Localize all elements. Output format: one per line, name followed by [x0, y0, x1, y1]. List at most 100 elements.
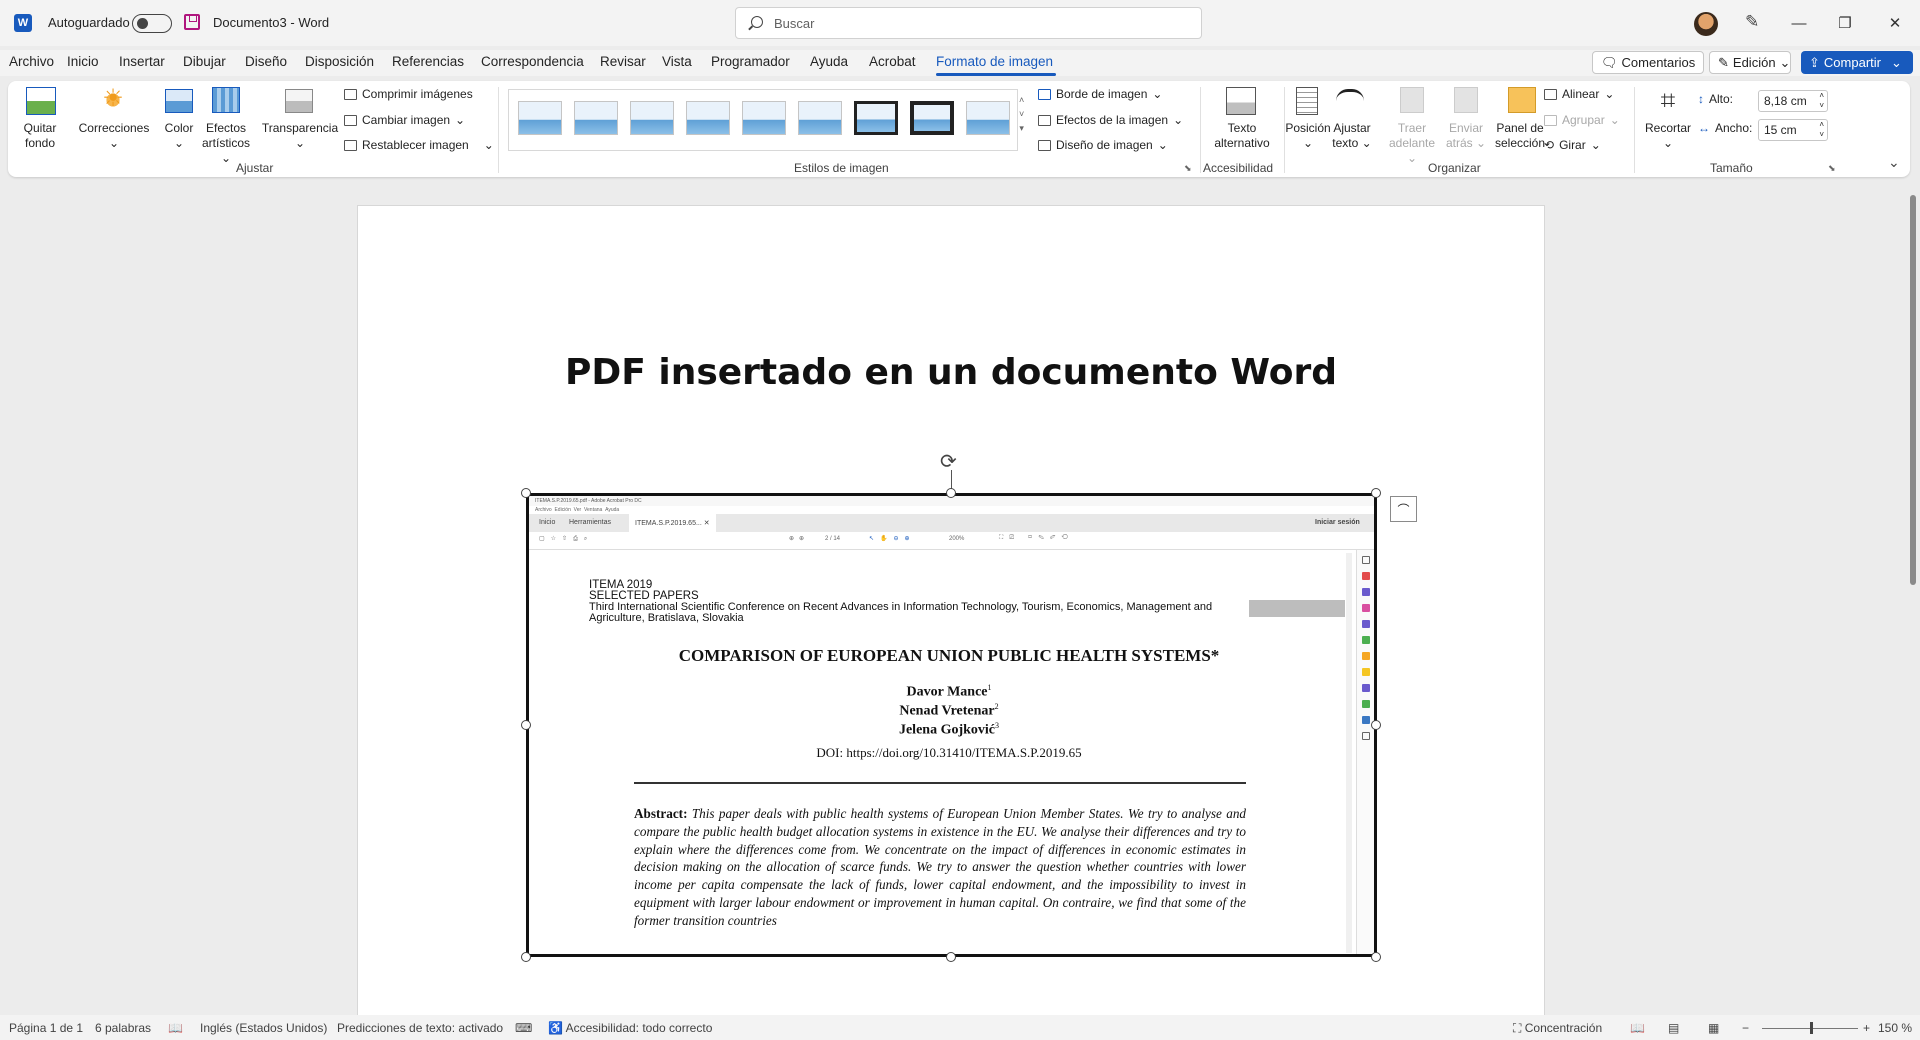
zoom-out-icon[interactable]: − — [1742, 1021, 1749, 1035]
dialog-launcher-icon[interactable]: ⬊ — [1184, 161, 1192, 176]
alt-text-button[interactable]: Texto alternativo — [1204, 121, 1280, 151]
tab-inicio[interactable]: Inicio — [67, 54, 99, 69]
resize-handle[interactable] — [521, 488, 531, 498]
tab-disposicion[interactable]: Disposición — [305, 54, 374, 69]
picture-style-7[interactable] — [854, 101, 898, 135]
zoom-in-icon[interactable]: + — [1863, 1021, 1870, 1035]
resize-handle[interactable] — [946, 952, 956, 962]
autosave-toggle[interactable] — [132, 14, 172, 33]
resize-handle[interactable] — [521, 720, 531, 730]
color-button[interactable]: Color ⌄ — [158, 121, 200, 151]
designer-pen-icon[interactable]: ✎ — [1745, 12, 1759, 32]
tab-archivo[interactable]: Archivo — [9, 54, 54, 69]
avatar[interactable] — [1694, 12, 1718, 36]
height-input[interactable]: 8,18 cm ˄ ˅ — [1758, 90, 1828, 112]
gallery-scroll-icon[interactable]: ˄ ˅ ▾ — [1019, 93, 1024, 135]
minimize-icon[interactable]: — — [1776, 10, 1822, 36]
picture-style-8[interactable] — [910, 101, 954, 135]
zoom-level[interactable]: 150 % — [1878, 1021, 1912, 1035]
restore-icon[interactable]: ❐ — [1822, 10, 1868, 36]
web-layout-icon[interactable]: ▦ — [1708, 1021, 1719, 1035]
page-count[interactable]: Página 1 de 1 — [9, 1021, 83, 1035]
tab-ayuda[interactable]: Ayuda — [810, 54, 848, 69]
resize-handle[interactable] — [1371, 720, 1381, 730]
focus-mode-button[interactable]: ⛶ Concentración — [1513, 1021, 1602, 1036]
pdf-tool-icon — [1362, 716, 1370, 724]
remove-background-icon — [26, 87, 56, 115]
rotate-handle-icon[interactable]: ⟳ — [940, 449, 957, 474]
tab-insertar[interactable]: Insertar — [119, 54, 165, 69]
collapse-ribbon-icon[interactable]: ⌄ — [1888, 155, 1900, 170]
chevron-down-icon: ⌄ — [483, 138, 494, 152]
tab-diseno[interactable]: Diseño — [245, 54, 287, 69]
pdf-tool-icon — [1362, 620, 1370, 628]
chevron-down-icon: ⌄ — [1890, 54, 1902, 70]
corrections-button[interactable]: Correcciones ⌄ — [76, 121, 152, 151]
align-button[interactable]: Alinear ⌄ — [1544, 87, 1614, 101]
tab-dibujar[interactable]: Dibujar — [183, 54, 226, 69]
tab-programador[interactable]: Programador — [711, 54, 790, 69]
comments-button[interactable]: 🗨 Comentarios — [1592, 51, 1704, 74]
size-dialog-launcher-icon[interactable]: ⬊ — [1828, 161, 1836, 176]
picture-style-5[interactable] — [742, 101, 786, 135]
tab-revisar[interactable]: Revisar — [600, 54, 646, 69]
resize-handle[interactable] — [521, 952, 531, 962]
position-button[interactable]: Posición ⌄ — [1284, 121, 1332, 151]
tab-formato-de-imagen[interactable]: Formato de imagen — [936, 54, 1053, 69]
document-heading[interactable]: PDF insertado en un documento Word — [357, 352, 1545, 393]
send-backward-button[interactable]: Enviar atrás ⌄ — [1444, 121, 1488, 151]
tab-referencias[interactable]: Referencias — [392, 54, 464, 69]
picture-border-button[interactable]: Borde de imagen ⌄ — [1038, 87, 1162, 101]
width-input[interactable]: 15 cm ˄ ˅ — [1758, 119, 1828, 141]
print-layout-icon[interactable]: ▤ — [1668, 1021, 1679, 1035]
macro-icon[interactable]: ⌨ — [515, 1021, 532, 1035]
resize-handle[interactable] — [946, 488, 956, 498]
pdf-rule — [634, 782, 1246, 784]
change-picture-button[interactable]: Cambiar imagen ⌄ — [344, 113, 465, 127]
remove-background-button[interactable]: Quitar fondo — [18, 121, 62, 151]
resize-handle[interactable] — [1371, 952, 1381, 962]
language-status[interactable]: Inglés (Estados Unidos) — [200, 1021, 327, 1035]
group-button[interactable]: Agrupar ⌄ — [1544, 113, 1620, 127]
picture-style-9[interactable] — [966, 101, 1010, 135]
scrollbar-thumb[interactable] — [1910, 195, 1916, 585]
inserted-pdf-picture[interactable]: ITEMA.S.P.2019.65.pdf - Adobe Acrobat Pr… — [526, 493, 1377, 957]
pdf-author: Nenad Vretenar2 — [899, 702, 999, 719]
picture-layout-button[interactable]: Diseño de imagen ⌄ — [1038, 138, 1168, 152]
resize-handle[interactable] — [1371, 488, 1381, 498]
layout-options-icon[interactable]: ⌒ — [1390, 496, 1417, 522]
crop-button[interactable]: Recortar ⌄ — [1638, 121, 1698, 151]
artistic-effects-button[interactable]: Efectos artísticos ⌄ — [198, 121, 254, 166]
compress-pictures-button[interactable]: Comprimir imágenes — [344, 87, 473, 101]
search-input[interactable]: Buscar — [735, 7, 1202, 39]
picture-style-2[interactable] — [574, 101, 618, 135]
tab-correspondencia[interactable]: Correspondencia — [481, 54, 584, 69]
tab-acrobat[interactable]: Acrobat — [869, 54, 916, 69]
zoom-slider-thumb[interactable] — [1810, 1022, 1813, 1034]
share-button[interactable]: ⇪ Compartir ⌄ — [1801, 51, 1913, 74]
picture-style-3[interactable] — [630, 101, 674, 135]
editing-mode-button[interactable]: ✎ Edición ⌄ — [1709, 51, 1791, 74]
proofing-icon[interactable]: 📖 — [168, 1021, 183, 1035]
pdf-tab-document: ITEMA.S.P.2019.65... ✕ — [629, 514, 716, 532]
bring-forward-button[interactable]: Traer adelante ⌄ — [1384, 121, 1440, 166]
picture-style-1[interactable] — [518, 101, 562, 135]
picture-style-4[interactable] — [686, 101, 730, 135]
close-icon[interactable]: ✕ — [1872, 10, 1918, 36]
text-predictions-status[interactable]: Predicciones de texto: activado — [337, 1021, 503, 1035]
picture-layout-label: Diseño de imagen — [1056, 138, 1153, 152]
wrap-text-button[interactable]: Ajustar texto ⌄ — [1330, 121, 1374, 151]
compress-icon — [344, 88, 357, 100]
read-mode-icon[interactable]: 📖 — [1630, 1021, 1645, 1035]
tab-vista[interactable]: Vista — [662, 54, 692, 69]
picture-style-6[interactable] — [798, 101, 842, 135]
accessibility-status[interactable]: ♿ Accesibilidad: todo correcto — [548, 1021, 712, 1035]
selection-pane-button[interactable]: Panel de selección — [1492, 121, 1548, 151]
word-count[interactable]: 6 palabras — [95, 1021, 151, 1035]
vertical-scrollbar[interactable] — [1906, 183, 1920, 1015]
picture-effects-button[interactable]: Efectos de la imagen ⌄ — [1038, 113, 1183, 127]
reset-picture-button[interactable]: Restablecer imagen ⌄ — [344, 138, 494, 152]
save-icon[interactable] — [184, 14, 200, 30]
rotate-button[interactable]: ⟲ Girar ⌄ — [1544, 138, 1601, 152]
transparency-button[interactable]: Transparencia ⌄ — [260, 121, 340, 151]
